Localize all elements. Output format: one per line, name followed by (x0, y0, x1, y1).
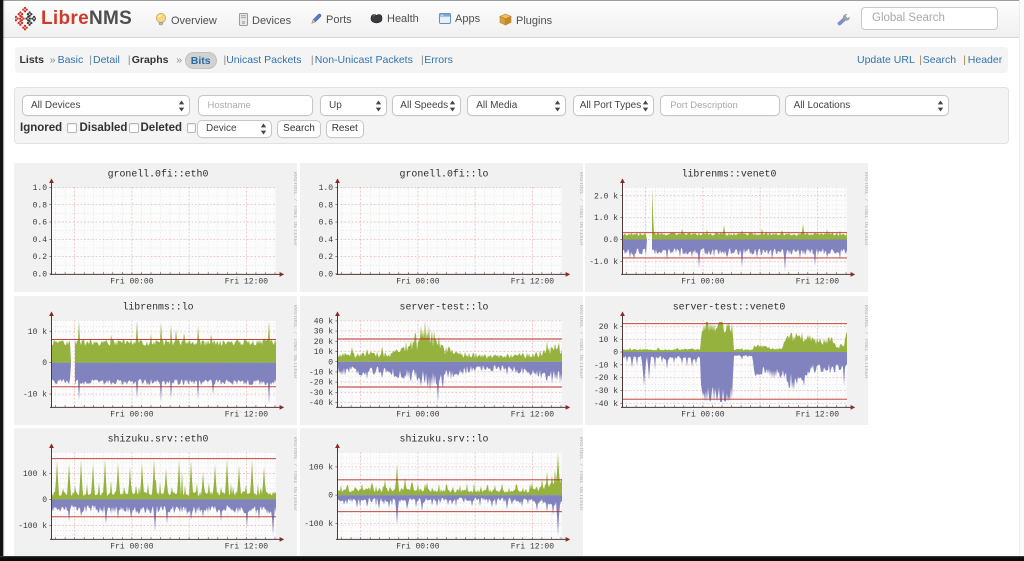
svg-text:Fri 12:00: Fri 12:00 (796, 410, 839, 419)
svg-text:10 k: 10 k (314, 348, 333, 357)
svg-text:0: 0 (42, 359, 47, 368)
svg-text:30 k: 30 k (314, 328, 333, 337)
svg-text:Fri 00:00: Fri 00:00 (681, 410, 724, 419)
svg-text:-1.0 k: -1.0 k (589, 258, 618, 267)
svg-text:server-test::venet0: server-test::venet0 (673, 302, 786, 313)
svg-text:Fri 12:00: Fri 12:00 (225, 410, 268, 419)
svg-text:-10 k: -10 k (309, 369, 333, 378)
svg-text:0.0: 0.0 (33, 270, 48, 279)
svg-text:Fri 00:00: Fri 00:00 (110, 542, 153, 551)
svg-text:Fri 12:00: Fri 12:00 (225, 277, 268, 286)
svg-text:-100 k: -100 k (304, 520, 333, 529)
svg-text:0.8: 0.8 (318, 201, 333, 210)
svg-text:0: 0 (328, 358, 333, 367)
svg-text:RRDTOOL / TOBI OETIKER: RRDTOOL / TOBI OETIKER (578, 171, 583, 245)
svg-text:1.0: 1.0 (33, 184, 48, 193)
svg-text:RRDTOOL / TOBI OETIKER: RRDTOOL / TOBI OETIKER (578, 437, 583, 511)
svg-text:server-test::lo: server-test::lo (399, 302, 488, 313)
svg-text:0.2: 0.2 (318, 253, 333, 262)
svg-text:Fri 00:00: Fri 00:00 (110, 277, 153, 286)
svg-text:Fri 00:00: Fri 00:00 (396, 410, 439, 419)
svg-text:-30 k: -30 k (309, 389, 333, 398)
svg-text:-40 k: -40 k (594, 400, 618, 409)
svg-text:Fri 00:00: Fri 00:00 (681, 277, 724, 286)
svg-text:Fri 12:00: Fri 12:00 (225, 542, 268, 551)
svg-text:2.0 k: 2.0 k (594, 192, 618, 201)
svg-text:RRDTOOL / TOBI OETIKER: RRDTOOL / TOBI OETIKER (863, 171, 868, 245)
svg-text:-30 k: -30 k (594, 387, 618, 396)
svg-text:-20 k: -20 k (594, 374, 618, 383)
svg-text:0.8: 0.8 (33, 201, 48, 210)
svg-text:10 k: 10 k (599, 336, 618, 345)
svg-text:librenms::lo: librenms::lo (122, 302, 193, 313)
svg-text:0.4: 0.4 (33, 236, 48, 245)
svg-text:0.4: 0.4 (318, 236, 333, 245)
svg-text:0.6: 0.6 (33, 218, 48, 227)
svg-text:librenms::venet0: librenms::venet0 (682, 168, 777, 179)
svg-text:-40 k: -40 k (309, 399, 333, 408)
svg-text:1.0: 1.0 (318, 184, 333, 193)
svg-text:RRDTOOL / TOBI OETIKER: RRDTOOL / TOBI OETIKER (292, 305, 297, 379)
svg-text:Fri 12:00: Fri 12:00 (511, 542, 554, 551)
svg-text:-100 k: -100 k (18, 522, 47, 531)
svg-text:RRDTOOL / TOBI OETIKER: RRDTOOL / TOBI OETIKER (292, 171, 297, 245)
svg-text:0: 0 (613, 349, 618, 358)
svg-text:Fri 00:00: Fri 00:00 (396, 277, 439, 286)
svg-text:Fri 00:00: Fri 00:00 (396, 542, 439, 551)
svg-text:-10 k: -10 k (594, 361, 618, 370)
svg-text:-20 k: -20 k (309, 379, 333, 388)
svg-text:RRDTOOL / TOBI OETIKER: RRDTOOL / TOBI OETIKER (578, 305, 583, 379)
svg-text:1.0 k: 1.0 k (594, 214, 618, 223)
svg-text:0.0: 0.0 (318, 270, 333, 279)
svg-text:10 k: 10 k (28, 328, 47, 337)
svg-text:0: 0 (42, 496, 47, 505)
svg-text:0.0: 0.0 (604, 236, 619, 245)
svg-text:20 k: 20 k (599, 323, 618, 332)
svg-text:0.2: 0.2 (33, 253, 48, 262)
svg-text:Fri 12:00: Fri 12:00 (796, 277, 839, 286)
svg-text:RRDTOOL / TOBI OETIKER: RRDTOOL / TOBI OETIKER (863, 305, 868, 379)
svg-text:0: 0 (328, 492, 333, 501)
svg-text:shizuku.srv::lo: shizuku.srv::lo (399, 434, 488, 445)
svg-text:shizuku.srv::eth0: shizuku.srv::eth0 (108, 434, 209, 445)
svg-text:0.6: 0.6 (318, 218, 333, 227)
svg-text:-10 k: -10 k (23, 391, 47, 400)
svg-text:100 k: 100 k (23, 470, 47, 479)
svg-text:100 k: 100 k (309, 464, 333, 473)
svg-text:20 k: 20 k (314, 338, 333, 347)
svg-text:gronell.0fi::eth0: gronell.0fi::eth0 (108, 168, 209, 179)
svg-text:RRDTOOL / TOBI OETIKER: RRDTOOL / TOBI OETIKER (292, 437, 297, 511)
svg-text:Fri 12:00: Fri 12:00 (511, 277, 554, 286)
svg-text:Fri 12:00: Fri 12:00 (511, 410, 554, 419)
svg-text:Fri 00:00: Fri 00:00 (110, 410, 153, 419)
svg-text:40 k: 40 k (314, 318, 333, 327)
svg-text:gronell.0fi::lo: gronell.0fi::lo (399, 168, 488, 179)
